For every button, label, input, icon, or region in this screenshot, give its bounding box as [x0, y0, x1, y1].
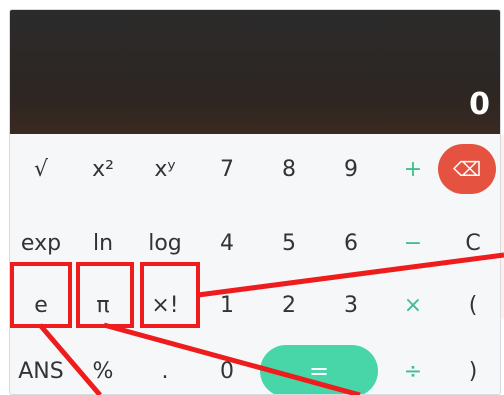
digit-0-button[interactable]: 0 [196, 342, 258, 394]
equals-button[interactable]: = [260, 342, 378, 394]
digit-8-button[interactable]: 8 [258, 140, 320, 198]
digit-6-button[interactable]: 6 [320, 214, 382, 272]
delete-button[interactable]: ⌫ [436, 140, 498, 198]
square-button[interactable]: x² [72, 140, 134, 198]
divide-button[interactable]: ÷ [382, 342, 444, 394]
display-value: 0 [469, 87, 490, 122]
power-button[interactable]: xʸ [134, 140, 196, 198]
display-panel: 0 [10, 10, 500, 134]
digit-9-button[interactable]: 9 [320, 140, 382, 198]
calculator-window: 0 √ x² xʸ 7 8 9 + ⌫ exp ln log 4 5 6 − C… [9, 9, 501, 395]
ans-button[interactable]: ANS [10, 342, 72, 394]
digit-2-button[interactable]: 2 [258, 276, 320, 334]
digit-4-button[interactable]: 4 [196, 214, 258, 272]
highlight-box-e [10, 262, 72, 328]
plus-button[interactable]: + [382, 140, 444, 198]
backspace-icon: ⌫ [438, 144, 496, 194]
sqrt-button[interactable]: √ [10, 140, 72, 198]
open-paren-button[interactable]: ( [442, 276, 500, 334]
digit-7-button[interactable]: 7 [196, 140, 258, 198]
digit-3-button[interactable]: 3 [320, 276, 382, 334]
highlight-box-pi [76, 262, 134, 328]
minus-button[interactable]: − [382, 214, 444, 272]
equals-label: = [260, 345, 378, 394]
close-paren-button[interactable]: ) [442, 342, 500, 394]
highlight-box-factorial [140, 262, 200, 328]
decimal-button[interactable]: . [134, 342, 196, 394]
digit-5-button[interactable]: 5 [258, 214, 320, 272]
digit-1-button[interactable]: 1 [196, 276, 258, 334]
multiply-button[interactable]: × [382, 276, 444, 334]
percent-button[interactable]: % [72, 342, 134, 394]
clear-button[interactable]: C [442, 214, 500, 272]
